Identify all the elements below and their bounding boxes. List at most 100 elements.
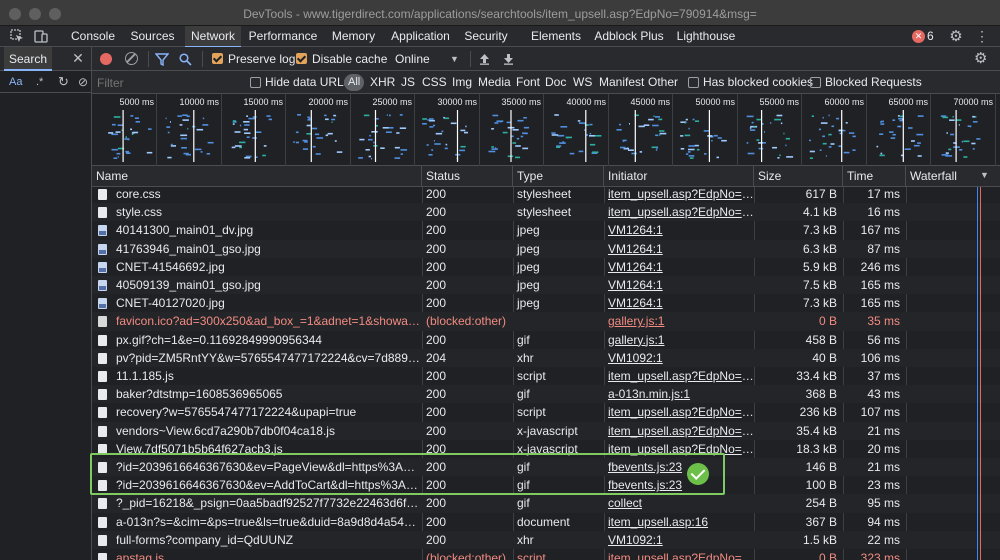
table-row[interactable]: recovery?w=5765547477172224&upapi=true 20… (92, 403, 1000, 421)
drawer-tab-search[interactable]: Search (4, 47, 53, 71)
filter-type-other[interactable]: Other (648, 71, 678, 94)
error-count[interactable]: 6 (927, 26, 934, 47)
cell-initiator[interactable]: a-013n.min.js:1 (604, 385, 754, 403)
error-icon[interactable]: ✕ (912, 30, 925, 43)
clear-search-icon[interactable]: ⊘ (78, 74, 88, 90)
table-row[interactable]: CNET-41546692.jpg 200 jpeg VM1264:1 5.9 kB 24… (92, 258, 1000, 276)
network-overview[interactable]: 5000 ms 10000 ms 15000 ms 20000 ms 25000… (92, 94, 1000, 166)
tab-sources[interactable]: Sources (125, 26, 180, 47)
tab-network[interactable]: Network (185, 26, 241, 48)
preserve-log-label[interactable]: Preserve log (228, 47, 295, 71)
filter-type-all[interactable]: All (344, 74, 365, 91)
filter-type-ws[interactable]: WS (573, 71, 592, 94)
match-case-button[interactable]: Aa (9, 74, 22, 90)
cell-initiator[interactable]: item_upsell.asp?EdpNo=79... (604, 367, 754, 385)
refresh-icon[interactable]: ↻ (58, 74, 69, 90)
hide-data-urls-label[interactable]: Hide data URLs (265, 71, 350, 94)
table-row[interactable]: 11.1.185.js 200 script item_upsell.asp?EdpN… (92, 367, 1000, 385)
overview-activity-mark (231, 146, 236, 149)
import-har-icon[interactable] (479, 47, 490, 71)
settings-gear-icon[interactable]: ⚙ (948, 29, 964, 44)
overview-activity-mark (515, 156, 521, 159)
tab-elements[interactable]: Elements (528, 26, 584, 47)
clear-log-icon[interactable] (125, 52, 138, 65)
preserve-log-checkbox[interactable] (212, 53, 223, 64)
filter-type-media[interactable]: Media (478, 71, 511, 94)
disable-cache-checkbox[interactable] (296, 53, 307, 64)
table-row[interactable]: core.css 200 stylesheet item_upsell.asp?Edp… (92, 187, 1000, 203)
column-header-time[interactable]: Time (843, 166, 906, 187)
regex-button[interactable]: .* (36, 74, 43, 90)
filter-type-css[interactable]: CSS (422, 71, 447, 94)
table-row[interactable]: full-forms?company_id=QdUUNZ 200 xhr VM1092… (92, 530, 1000, 549)
network-settings-gear-icon[interactable]: ⚙ (974, 47, 987, 71)
cell-initiator[interactable]: item_upsell.asp:16 (604, 513, 754, 531)
column-header-status[interactable]: Status (422, 166, 513, 187)
table-row[interactable]: 40141300_main01_dv.jpg 200 jpeg VM1264:1 7.3… (92, 221, 1000, 239)
has-blocked-cookies-label[interactable]: Has blocked cookies (703, 71, 813, 94)
export-har-icon[interactable] (503, 47, 514, 71)
filter-input[interactable] (94, 73, 242, 92)
tab-performance[interactable]: Performance (246, 26, 320, 47)
chevron-down-icon[interactable]: ▼ (450, 47, 459, 71)
filter-type-font[interactable]: Font (516, 71, 540, 94)
tab-console[interactable]: Console (67, 26, 119, 47)
filter-type-js[interactable]: JS (401, 71, 415, 94)
tab-security[interactable]: Security (461, 26, 511, 47)
cell-initiator[interactable]: item_upsell.asp?EdpNo=79... (604, 187, 754, 203)
cell-initiator[interactable]: VM1264:1 (604, 276, 754, 294)
hide-data-urls-checkbox[interactable] (250, 77, 261, 88)
blocked-requests-checkbox[interactable] (810, 77, 821, 88)
cell-initiator[interactable]: gallery.js:1 (604, 331, 754, 349)
cell-initiator[interactable]: item_upsell.asp?EdpNo=79... (604, 403, 754, 421)
cell-initiator[interactable]: collect (604, 494, 754, 512)
search-icon[interactable] (179, 47, 192, 71)
inspect-element-icon[interactable] (9, 29, 25, 44)
table-row[interactable]: apstag.js (blocked:other) script item_upsel… (92, 549, 1000, 560)
disable-cache-label[interactable]: Disable cache (312, 47, 387, 71)
cell-initiator[interactable]: VM1092:1 (604, 531, 754, 549)
table-row[interactable]: a-013n?s=&cim=&ps=true&ls=true&duid=8a9d… (92, 513, 1000, 531)
tab-lighthouse[interactable]: Lighthouse (674, 26, 738, 47)
table-row[interactable]: baker?dtstmp=1608536965065 200 gif a-013n.m… (92, 385, 1000, 404)
has-blocked-cookies-checkbox[interactable] (688, 77, 699, 88)
device-toolbar-icon[interactable] (33, 29, 49, 44)
table-row[interactable]: CNET-40127020.jpg 200 jpeg VM1264:1 7.3 kB 16… (92, 294, 1000, 312)
table-row[interactable]: 40509139_main01_gso.jpg 200 jpeg VM1264:1 7.… (92, 276, 1000, 295)
cell-initiator[interactable]: item_upsell.asp?EdpNo=79... (604, 203, 754, 221)
column-header-size[interactable]: Size (754, 166, 843, 187)
column-header-type[interactable]: Type (513, 166, 604, 187)
close-drawer-icon[interactable]: ✕ (70, 50, 86, 66)
filter-funnel-icon[interactable] (154, 47, 170, 71)
blocked-requests-label[interactable]: Blocked Requests (825, 71, 922, 94)
column-header-initiator[interactable]: Initiator (604, 166, 754, 187)
table-row[interactable]: px.gif?ch=1&e=0.11692849990956344 200 gif g… (92, 331, 1000, 349)
record-button[interactable] (100, 53, 112, 65)
filter-type-manifest[interactable]: Manifest (599, 71, 644, 94)
filter-type-img[interactable]: Img (452, 71, 472, 94)
cell-initiator[interactable]: VM1264:1 (604, 294, 754, 312)
tab-adblock-plus[interactable]: Adblock Plus (593, 26, 665, 47)
table-row[interactable]: ?_pid=16218&_psign=0aa5badf92527f7732e22… (92, 494, 1000, 513)
filter-type-doc[interactable]: Doc (545, 71, 566, 94)
cell-initiator[interactable]: VM1264:1 (604, 240, 754, 258)
cell-initiator[interactable]: item_upsell.asp?EdpNo=79... (604, 549, 754, 560)
table-row[interactable]: favicon.ico?ad=300x250&ad_box_=1&adnet=1… (92, 312, 1000, 331)
cell-initiator[interactable]: gallery.js:1 (604, 312, 754, 330)
tab-memory[interactable]: Memory (327, 26, 380, 47)
filter-type-xhr[interactable]: XHR (370, 71, 395, 94)
cell-initiator[interactable]: item_upsell.asp?EdpNo=79... (604, 422, 754, 440)
cell-initiator[interactable]: VM1264:1 (604, 258, 754, 276)
overview-activity-mark (325, 118, 329, 121)
more-options-icon[interactable]: ⋮ (974, 29, 990, 44)
table-row[interactable]: style.css 200 stylesheet item_upsell.asp?Ed… (92, 203, 1000, 222)
tab-application[interactable]: Application (386, 26, 455, 47)
overview-activity-mark (239, 141, 246, 144)
column-header-name[interactable]: Name (92, 166, 422, 187)
cell-initiator[interactable]: VM1092:1 (604, 349, 754, 367)
table-row[interactable]: pv?pid=ZM5RntYY&w=5765547477172224&cv=7d… (92, 348, 1000, 367)
table-row[interactable]: 41763946_main01_gso.jpg 200 jpeg VM1264:1 6.… (92, 239, 1000, 258)
throttling-select[interactable]: Online (395, 47, 430, 71)
cell-initiator[interactable]: VM1264:1 (604, 221, 754, 239)
table-row[interactable]: vendors~View.6cd7a290b7db0f04ca18.js 200 x… (92, 421, 1000, 440)
